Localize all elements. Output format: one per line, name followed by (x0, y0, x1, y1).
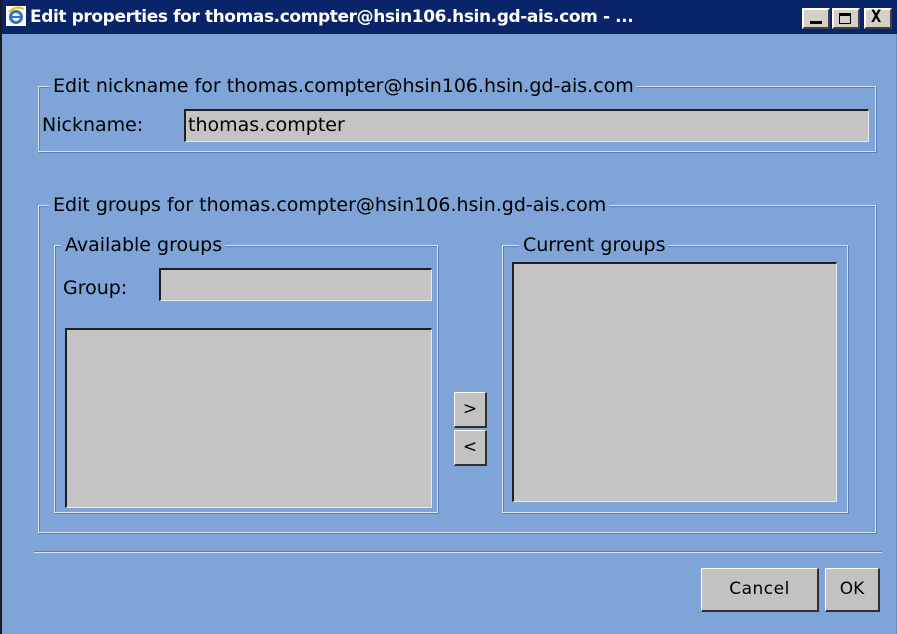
available-groups-legend: Available groups (61, 234, 226, 256)
group-filter-input[interactable] (159, 268, 432, 301)
current-groups-list[interactable] (512, 262, 837, 502)
available-groups-list[interactable] (65, 328, 432, 508)
footer-divider (34, 551, 882, 553)
ok-button[interactable]: OK (825, 568, 880, 612)
close-button[interactable]: X (864, 8, 892, 29)
window-title: Edit properties for thomas.compter@hsin1… (30, 7, 634, 27)
maximize-icon (839, 13, 851, 24)
add-group-button[interactable]: > (454, 392, 487, 428)
maximize-button[interactable] (832, 8, 860, 29)
nickname-fieldset-legend: Edit nickname for thomas.compter@hsin106… (49, 75, 637, 97)
remove-group-button[interactable]: < (454, 430, 487, 466)
internet-explorer-icon (6, 6, 26, 26)
groups-fieldset-legend: Edit groups for thomas.compter@hsin106.h… (49, 194, 610, 216)
close-icon: X (871, 7, 882, 27)
minimize-button[interactable] (802, 8, 830, 29)
group-label: Group: (63, 277, 128, 299)
cancel-button[interactable]: Cancel (701, 568, 819, 612)
edit-properties-dialog: Edit properties for thomas.compter@hsin1… (0, 0, 897, 634)
current-groups-legend: Current groups (519, 234, 669, 256)
title-bar[interactable]: Edit properties for thomas.compter@hsin1… (2, 0, 897, 34)
nickname-input[interactable]: thomas.compter (184, 109, 869, 142)
minimize-icon (810, 21, 822, 24)
nickname-label: Nickname: (42, 114, 144, 136)
